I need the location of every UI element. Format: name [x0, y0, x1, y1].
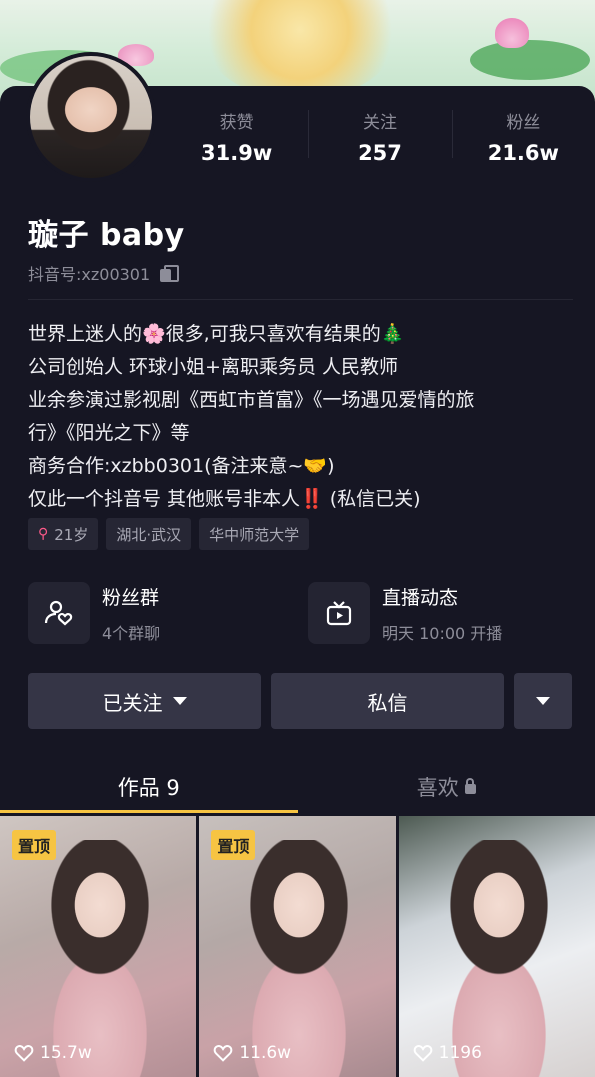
tag-location[interactable]: 湖北·武汉 — [106, 518, 192, 550]
caret-down-icon — [536, 697, 550, 705]
stat-label: 关注 — [362, 113, 397, 133]
tab-liked-label: 喜欢 — [416, 776, 459, 800]
live-entry[interactable]: 直播动态 明天 10:00 开播 — [308, 582, 568, 644]
tab-liked[interactable]: 喜欢 — [298, 766, 595, 814]
stat-label: 获赞 — [219, 113, 254, 133]
douyin-id: 抖音号:xz00301 — [28, 265, 151, 284]
pinned-badge: 置顶 — [12, 830, 57, 860]
tag-age: ⚲ 21岁 — [28, 518, 99, 550]
more-options-button[interactable] — [514, 673, 572, 729]
following-button[interactable]: 已关注 — [28, 673, 261, 729]
stat-value: 257 — [358, 141, 402, 165]
fan-group-icon — [28, 582, 90, 644]
video-likes: 1196 — [413, 1043, 482, 1063]
profile-name: 璇子 baby — [28, 218, 185, 253]
video-cover-image — [239, 840, 360, 1077]
video-grid: 置顶 15.7w 置顶 11.6w 1196 — [0, 816, 595, 1077]
bio-line: 业余参演过影视剧《西虹市首富》《一场遇见爱情的旅 — [28, 389, 475, 411]
stat-value: 21.6w — [487, 141, 559, 165]
fan-group-subtitle: 4个群聊 — [102, 623, 161, 643]
bio-line: 仅此一个抖音号 其他账号非本人‼️ (私信已关) — [28, 488, 421, 510]
heart-icon — [214, 1045, 233, 1062]
bio: 世界上迷人的🌸很多,可我只喜欢有结果的🎄 公司创始人 环球小姐+离职乘务员 人民… — [28, 318, 573, 516]
fan-group-entry[interactable]: 粉丝群 4个群聊 — [28, 582, 288, 644]
profile-tags: ⚲ 21岁 湖北·武汉 华中师范大学 — [28, 518, 310, 550]
douyin-id-row[interactable]: 抖音号:xz00301 — [28, 261, 180, 285]
tag-age-label: 21岁 — [54, 525, 89, 544]
video-like-count: 15.7w — [40, 1043, 92, 1063]
bio-line: 公司创始人 环球小姐+离职乘务员 人民教师 — [28, 356, 399, 378]
action-bar: 已关注 私信 — [28, 673, 572, 729]
bio-line: 世界上迷人的🌸很多,可我只喜欢有结果的🎄 — [28, 323, 405, 345]
video-thumbnail[interactable]: 1196 — [398, 816, 595, 1077]
banner-buddha-glow — [200, 0, 400, 100]
caret-down-icon — [172, 697, 187, 705]
tag-school[interactable]: 华中师范大学 — [199, 518, 310, 550]
live-title: 直播动态 — [382, 586, 459, 609]
active-tab-indicator — [0, 810, 298, 813]
stat-likes[interactable]: 获赞 31.9w — [165, 106, 308, 176]
video-like-count: 11.6w — [239, 1043, 292, 1063]
profile-card: 获赞 31.9w 关注 257 粉丝 21.6w 璇子 baby 抖音号:xz0… — [0, 52, 595, 1077]
copy-icon[interactable] — [160, 264, 180, 282]
stat-value: 31.9w — [201, 141, 273, 165]
content-tabs: 作品 9 喜欢 — [0, 766, 595, 814]
bio-line: 商务合作:xzbb0301(备注来意~🤝) — [28, 455, 335, 477]
fan-group-title: 粉丝群 — [102, 586, 160, 609]
video-thumbnail[interactable]: 置顶 15.7w — [0, 816, 197, 1077]
message-button[interactable]: 私信 — [271, 673, 504, 729]
avatar[interactable] — [26, 52, 156, 182]
lock-icon — [464, 778, 476, 794]
stat-followers[interactable]: 粉丝 21.6w — [451, 106, 595, 176]
banner-lotus-leaf — [470, 40, 590, 80]
tab-works[interactable]: 作品 9 — [0, 766, 298, 814]
heart-icon — [14, 1045, 34, 1062]
live-subtitle: 明天 10:00 开播 — [382, 623, 503, 643]
stats-bar: 获赞 31.9w 关注 257 粉丝 21.6w — [165, 106, 595, 176]
video-likes: 11.6w — [213, 1043, 291, 1063]
bio-line: 行》《阳光之下》等 — [28, 422, 190, 444]
female-icon: ⚲ — [38, 526, 49, 542]
divider — [28, 299, 573, 300]
video-likes: 15.7w — [14, 1043, 92, 1063]
video-thumbnail[interactable]: 置顶 11.6w — [199, 816, 396, 1077]
stat-label: 粉丝 — [506, 113, 541, 133]
avatar-image — [30, 56, 152, 178]
following-label: 已关注 — [102, 690, 163, 715]
profile-entries: 粉丝群 4个群聊 直播动态 明天 10:00 开播 — [28, 582, 568, 644]
video-like-count: 1196 — [438, 1043, 482, 1063]
live-tv-icon — [308, 582, 370, 644]
stat-following[interactable]: 关注 257 — [308, 106, 451, 176]
heart-icon — [413, 1045, 432, 1062]
pinned-badge: 置顶 — [211, 830, 256, 860]
video-cover-image — [438, 840, 559, 1077]
video-cover-image — [40, 840, 160, 1077]
banner-lotus-flower — [495, 18, 529, 48]
